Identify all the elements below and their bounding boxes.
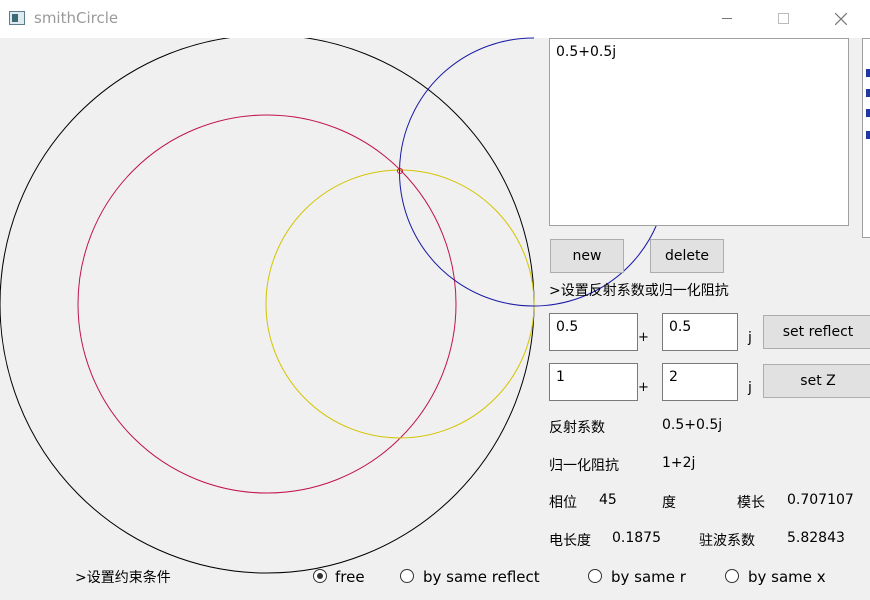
point-list[interactable]: 0.5+0.5j [549, 38, 849, 226]
constraint-label: >设置约束条件 [75, 570, 171, 586]
radio-same-r[interactable] [588, 569, 602, 583]
impedance-value: 1+2j [662, 455, 696, 471]
impedance-label: 归一化阻抗 [549, 458, 619, 474]
magnitude-label: 模长 [737, 495, 765, 511]
radio-same-x[interactable] [725, 569, 739, 583]
phase-unit: 度 [662, 495, 676, 511]
radio-same-reflect-label[interactable]: by same reflect [423, 568, 540, 586]
z-imag-input[interactable]: 2 [662, 363, 738, 401]
list-item[interactable]: 0.5+0.5j [556, 44, 616, 60]
phase-value: 45 [599, 492, 617, 508]
phase-label: 相位 [549, 495, 577, 511]
vswr-label: 驻波系数 [699, 533, 755, 549]
radio-free-label[interactable]: free [335, 568, 365, 586]
reflect-plus-label: + [638, 330, 649, 345]
radio-same-reflect[interactable] [400, 569, 414, 583]
reflect-label: 反射系数 [549, 420, 605, 436]
set-value-prompt: >设置反射系数或归一化阻抗 [549, 283, 729, 299]
set-reflect-button[interactable]: set reflect [763, 315, 870, 349]
vswr-value: 5.82843 [787, 530, 845, 546]
radio-same-x-label[interactable]: by same x [748, 568, 826, 586]
electrical-length-value: 0.1875 [612, 530, 661, 546]
reflect-real-input[interactable]: 0.5 [549, 313, 638, 351]
z-real-input[interactable]: 1 [549, 363, 638, 401]
reflect-imag-input[interactable]: 0.5 [662, 313, 738, 351]
reflect-j-label: j [748, 330, 752, 346]
constant-r-circle [265, 169, 535, 439]
new-button[interactable]: new [550, 239, 624, 273]
unit-circle [0, 38, 535, 574]
z-plus-label: + [638, 380, 649, 395]
radio-free[interactable] [313, 569, 327, 583]
radio-same-r-label[interactable]: by same r [611, 568, 686, 586]
side-panel [862, 38, 870, 238]
magnitude-value: 0.707107 [787, 492, 854, 508]
electrical-length-label: 电长度 [549, 533, 591, 549]
delete-button[interactable]: delete [650, 239, 724, 273]
reflect-value: 0.5+0.5j [662, 417, 723, 433]
z-j-label: j [748, 380, 752, 396]
set-z-button[interactable]: set Z [763, 364, 870, 398]
